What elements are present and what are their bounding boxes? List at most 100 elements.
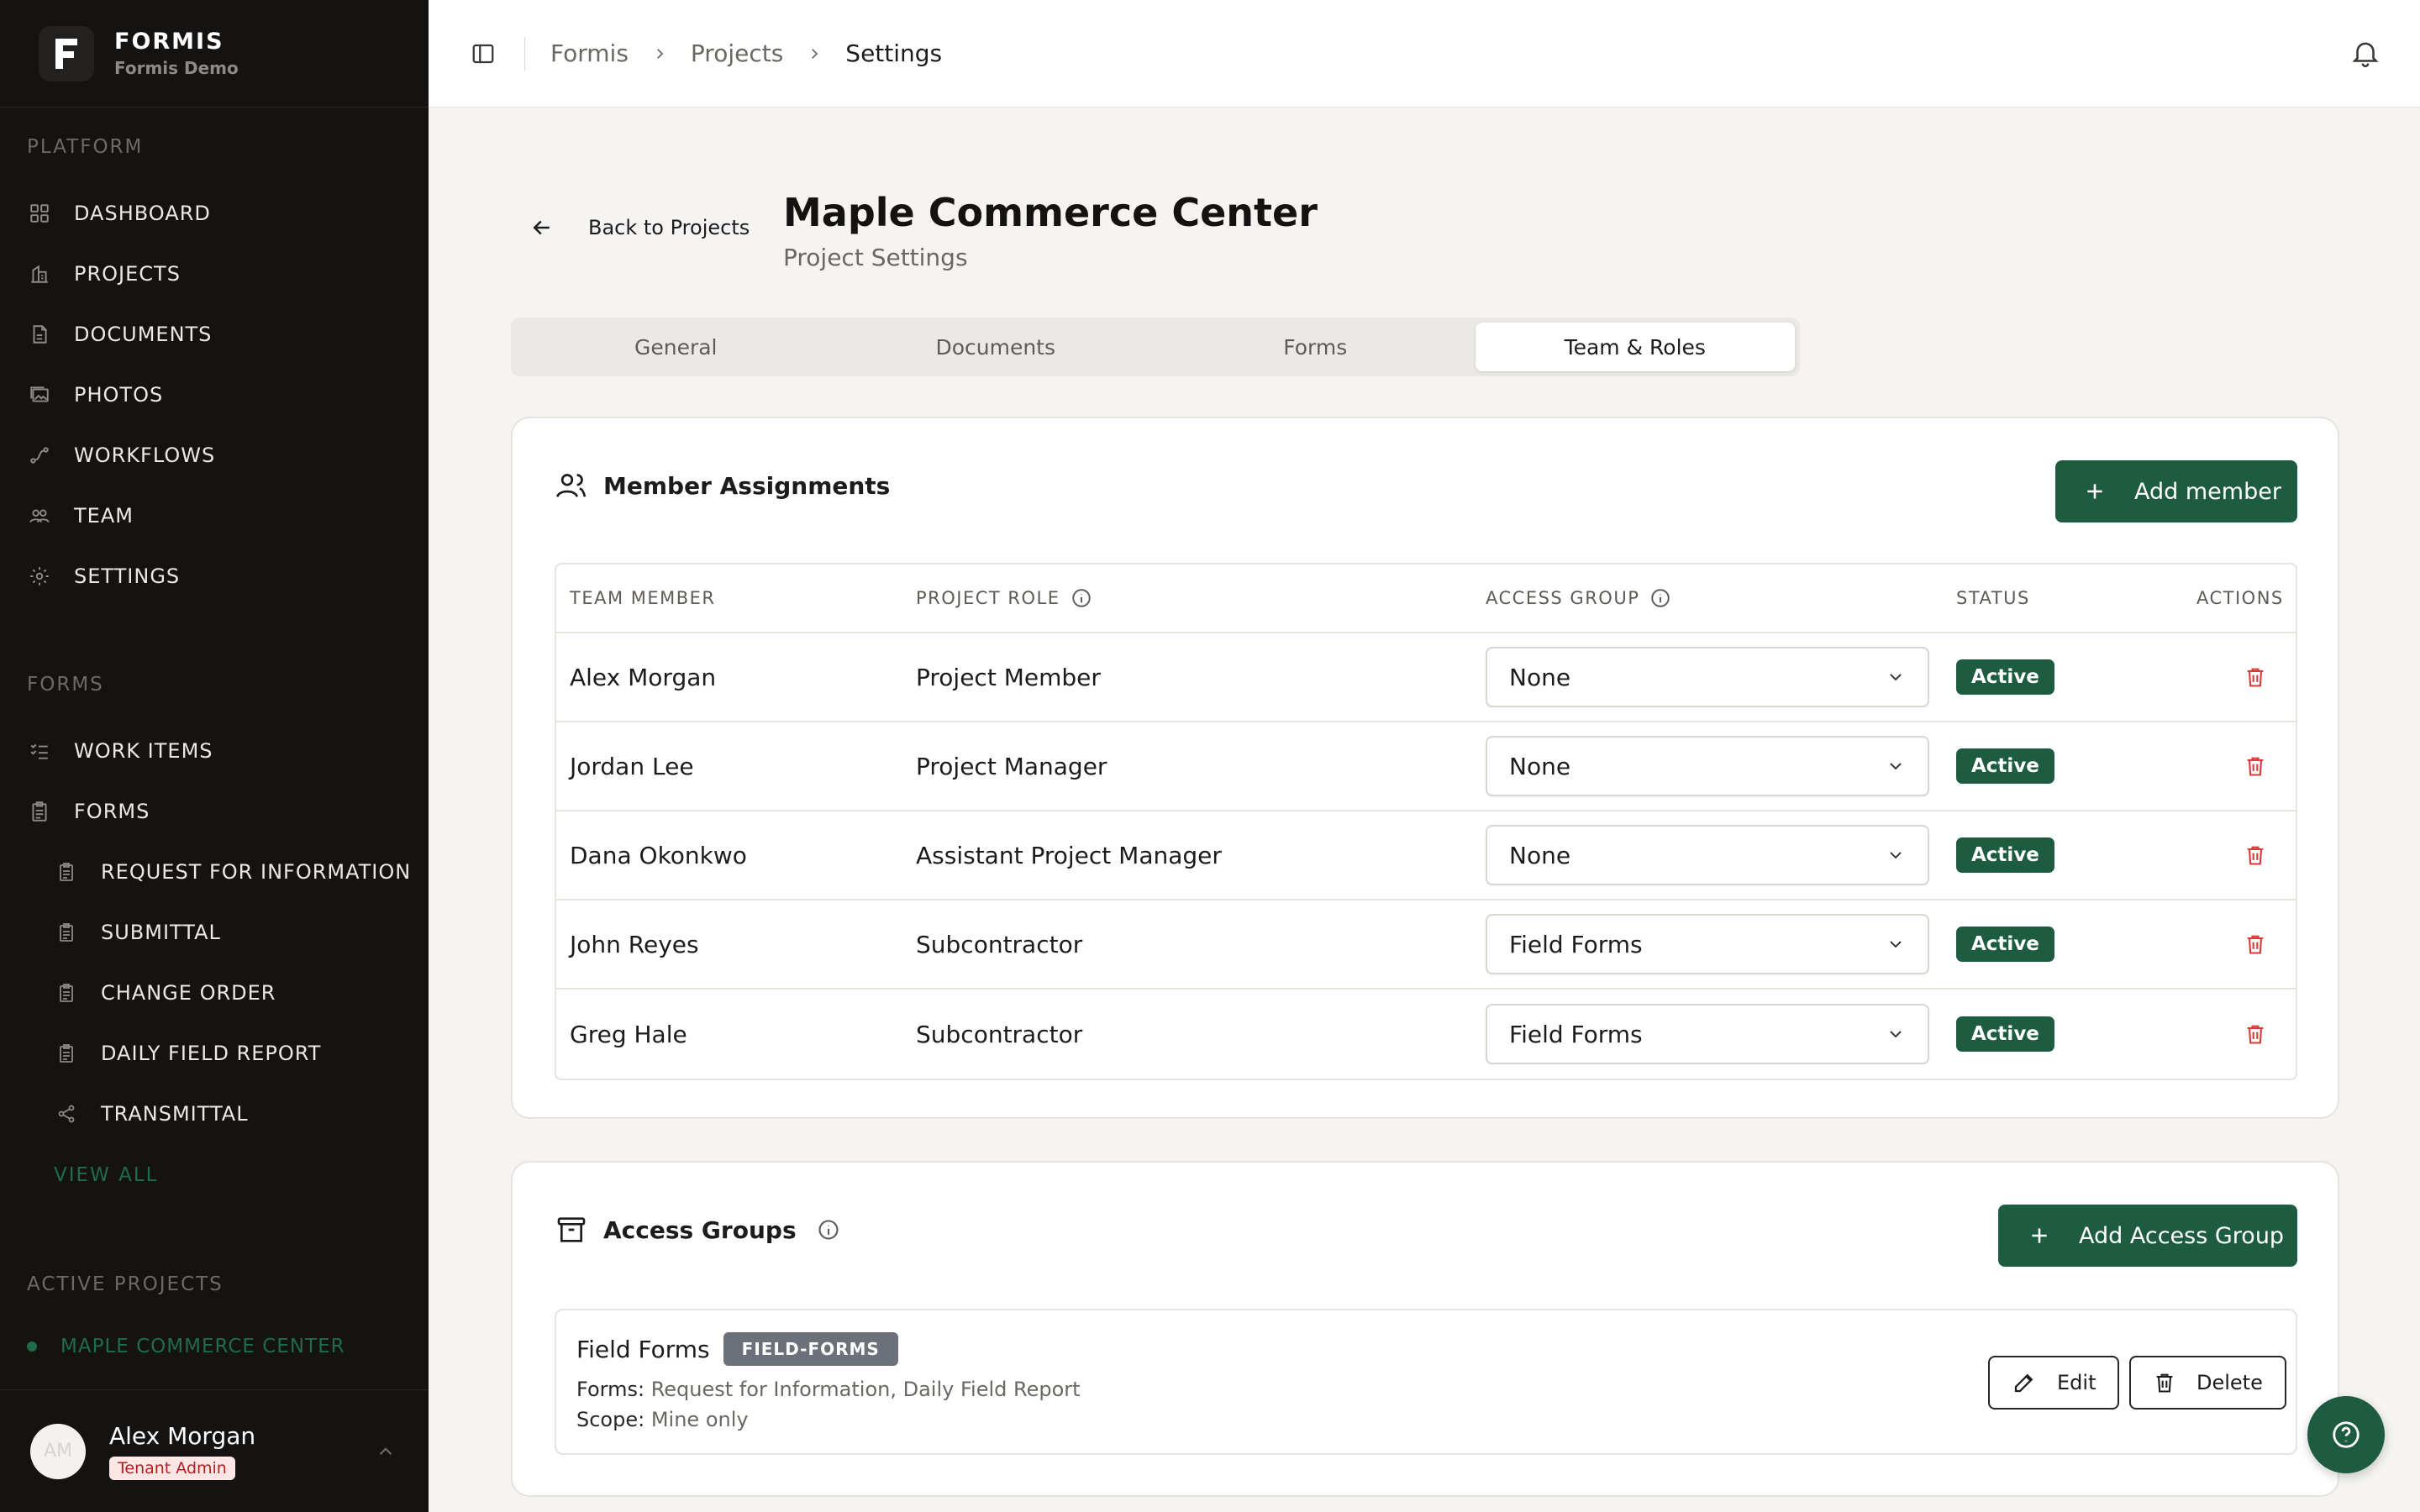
access-group-tag: FIELD-FORMS [723,1332,898,1366]
access-group-value: Field Forms [1509,1020,1643,1048]
settings-tabs: General Documents Forms Team & Roles [511,318,1800,376]
sidebar-item-documents[interactable]: DOCUMENTS [27,318,212,351]
chevron-down-icon [1886,845,1906,865]
access-group-select[interactable]: Field Forms [1486,914,1929,974]
column-header-project-role: PROJECT ROLE [916,587,1092,609]
info-icon[interactable] [1071,587,1092,609]
sidebar-item-team[interactable]: TEAM [27,499,134,533]
breadcrumb-projects[interactable]: Projects [691,39,783,67]
column-header-label: ACCESS GROUP [1486,588,1640,608]
trash-icon[interactable] [2238,749,2272,783]
access-group-select[interactable]: None [1486,736,1929,796]
member-role: Assistant Project Manager [916,841,1222,869]
table-row: Greg Hale Subcontractor Field Forms Acti… [556,990,2296,1079]
form-icon [54,920,79,945]
member-role: Subcontractor [916,1020,1083,1048]
access-group-forms: Forms: Request for Information, Daily Fi… [576,1378,1081,1401]
scope-value: Mine only [650,1408,749,1431]
clipboard-icon [27,799,52,824]
info-icon[interactable] [817,1218,840,1242]
back-to-projects-link[interactable]: Back to Projects [529,215,750,240]
add-member-button[interactable]: Add member [2055,460,2297,522]
access-groups-header: Access Groups [555,1213,840,1247]
member-name: Alex Morgan [570,663,717,691]
sidebar-item-workflows[interactable]: WORKFLOWS [27,438,215,472]
member-name: Jordan Lee [570,752,694,780]
gear-icon [27,564,52,589]
view-all-link[interactable]: VIEW ALL [54,1164,158,1186]
brand-name: FORMIS [114,29,224,55]
workflow-icon [27,443,52,468]
grid-icon [27,201,52,226]
chevron-right-icon [652,46,667,61]
arrow-left-icon [529,215,555,240]
active-project-item[interactable]: MAPLE COMMERCE CENTER [27,1336,345,1357]
access-group-title: Field Forms FIELD-FORMS [576,1332,898,1366]
access-group-select[interactable]: None [1486,647,1929,707]
breadcrumb-formis[interactable]: Formis [550,39,629,67]
tab-general[interactable]: General [516,323,836,371]
sidebar-toggle-button[interactable] [462,33,504,75]
column-header-status: STATUS [1956,588,2030,608]
member-assignments-card: Member Assignments Add member TEAM MEMBE… [511,417,2339,1119]
member-assignments-title: Member Assignments [603,471,891,500]
breadcrumb-settings: Settings [845,39,943,67]
sidebar-item-label: SUBMITTAL [101,921,221,944]
building-icon [27,261,52,286]
sidebar-item-request-for-information[interactable]: REQUEST FOR INFORMATION [54,855,411,889]
formis-logo [39,25,94,81]
add-access-group-label: Add Access Group [2079,1222,2285,1249]
sidebar-item-forms[interactable]: FORMS [27,795,150,828]
top-bar: Formis Projects Settings [429,0,2420,108]
delete-button[interactable]: Delete [2129,1356,2286,1410]
sidebar-item-label: PHOTOS [74,383,164,407]
trash-icon[interactable] [2238,660,2272,694]
archive-icon [555,1213,588,1247]
sidebar-item-photos[interactable]: PHOTOS [27,378,163,412]
trash-icon[interactable] [2238,1017,2272,1051]
sidebar-item-label: WORK ITEMS [74,739,213,763]
info-icon[interactable] [1649,587,1671,609]
column-header-label: PROJECT ROLE [916,588,1060,608]
form-icon [54,859,79,885]
active-dot-icon [27,1341,37,1352]
table-row: Jordan Lee Project Manager None Active [556,722,2296,811]
edit-button[interactable]: Edit [1988,1356,2120,1410]
photos-icon [27,382,52,407]
trash-icon[interactable] [2238,838,2272,872]
sidebar-item-daily-field-report[interactable]: DAILY FIELD REPORT [54,1037,321,1070]
sidebar-item-change-order[interactable]: CHANGE ORDER [54,976,276,1010]
chevron-up-icon[interactable] [375,1441,397,1462]
access-group-select[interactable]: None [1486,825,1929,885]
form-icon [54,980,79,1005]
sidebar-item-transmittal[interactable]: TRANSMITTAL [54,1097,249,1131]
avatar: AM [30,1423,86,1479]
sidebar-item-label: WORKFLOWS [74,444,216,467]
help-button[interactable] [2307,1396,2385,1473]
tab-documents[interactable]: Documents [836,323,1156,371]
bell-icon[interactable] [2349,37,2381,69]
add-access-group-button[interactable]: Add Access Group [1998,1205,2297,1267]
brand[interactable]: FORMIS Formis Demo [0,0,429,108]
user-menu[interactable]: AM Alex Morgan Tenant Admin [0,1389,429,1512]
access-group-scope: Scope: Mine only [576,1408,749,1431]
sidebar-item-settings[interactable]: SETTINGS [27,559,180,593]
sidebar-item-label: DAILY FIELD REPORT [101,1042,322,1065]
member-name: John Reyes [570,930,699,958]
chevron-right-icon [807,46,822,61]
access-group-select[interactable]: Field Forms [1486,1004,1929,1064]
sidebar-item-dashboard[interactable]: DASHBOARD [27,197,211,230]
sidebar-item-projects[interactable]: PROJECTS [27,257,181,291]
sidebar-item-work-items[interactable]: WORK ITEMS [27,734,213,768]
tab-forms[interactable]: Forms [1155,323,1476,371]
sidebar-item-submittal[interactable]: SUBMITTAL [54,916,221,949]
access-group-value: None [1509,752,1571,780]
users-icon [555,469,588,502]
trash-icon[interactable] [2238,927,2272,961]
members-table: TEAM MEMBER PROJECT ROLE ACCESS GROUP ST… [555,563,2297,1080]
chevron-down-icon [1886,1024,1906,1044]
column-header-actions: ACTIONS [2196,588,2284,608]
tab-team-and-roles[interactable]: Team & Roles [1475,323,1795,371]
sidebar-toggle-icon [471,41,496,66]
status-badge: Active [1956,748,2054,784]
